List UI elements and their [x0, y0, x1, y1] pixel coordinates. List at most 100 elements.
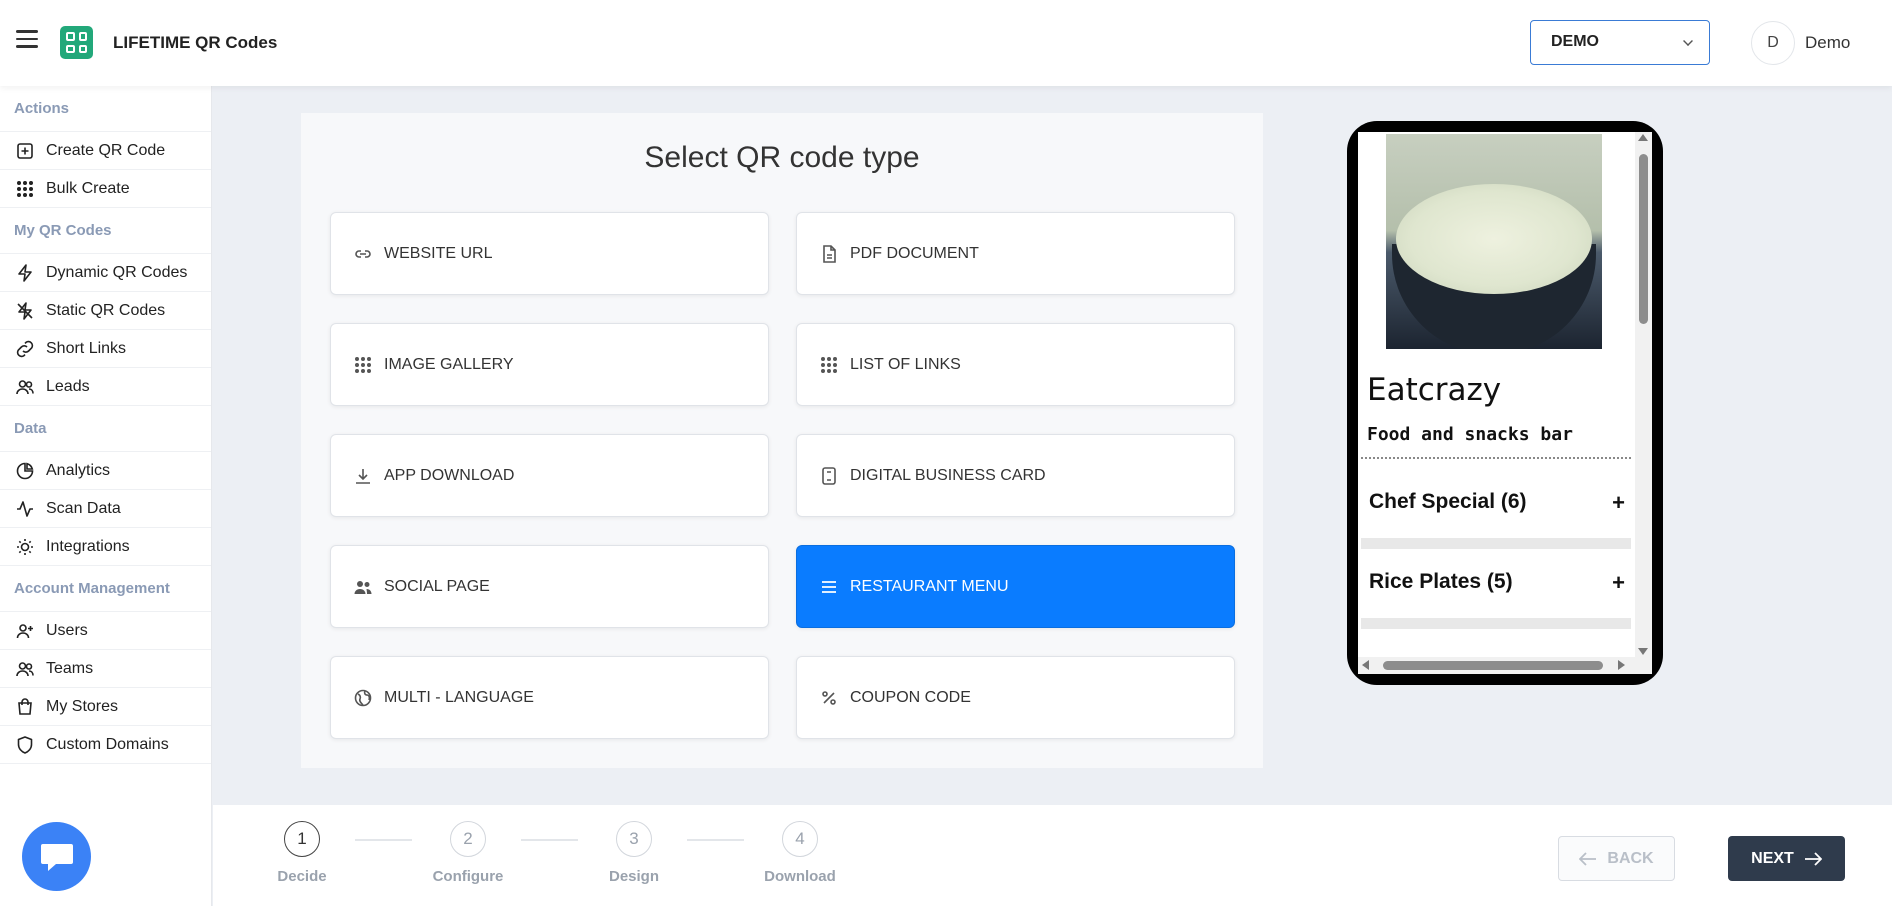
sidebar-item-label: Bulk Create	[46, 179, 130, 197]
sidebar-item-scan-data[interactable]: Scan Data	[0, 490, 211, 528]
scroll-down-icon[interactable]	[1638, 648, 1648, 655]
step-decide[interactable]: 1 Decide	[257, 821, 347, 885]
sidebar-item-custom-domains[interactable]: Custom Domains	[0, 726, 211, 764]
qr-logo-icon	[60, 26, 93, 59]
sidebar-item-create-qr-code[interactable]: Create QR Code	[0, 132, 211, 170]
chevron-down-icon	[1683, 36, 1693, 46]
menu-section-chef-special[interactable]: Chef Special (6) +	[1369, 490, 1631, 516]
chat-button[interactable]	[22, 822, 91, 891]
sidebar-item-label: Create QR Code	[46, 141, 166, 159]
type-social-page[interactable]: SOCIAL PAGE	[330, 545, 769, 628]
top-header: LIFETIME QR Codes DEMO D Demo	[0, 0, 1892, 86]
restaurant-name: Eatcrazy	[1367, 372, 1502, 408]
avatar[interactable]: D	[1751, 21, 1795, 65]
sidebar-item-label: Leads	[46, 377, 90, 395]
sidebar-section-data: Data	[0, 406, 211, 452]
scrollbar-thumb[interactable]	[1639, 154, 1648, 324]
type-label: IMAGE GALLERY	[384, 355, 514, 373]
sidebar-item-label: Analytics	[46, 461, 111, 479]
type-label: APP DOWNLOAD	[384, 466, 515, 484]
expand-icon[interactable]: +	[1612, 570, 1625, 596]
phone-screen: Eatcrazy Food and snacks bar Chef Specia…	[1358, 132, 1652, 674]
type-label: PDF DOCUMENT	[850, 244, 979, 262]
sidebar-item-label: Integrations	[46, 537, 130, 555]
menu-icon[interactable]	[16, 30, 38, 50]
plus-square-icon	[17, 142, 33, 159]
food-image	[1386, 134, 1602, 349]
type-digital-business-card[interactable]: DIGITAL BUSINESS CARD	[796, 434, 1235, 517]
percent-icon	[822, 690, 836, 705]
shopping-bag-icon	[18, 697, 32, 715]
sidebar-item-short-links[interactable]: Short Links	[0, 330, 211, 368]
type-pdf-document[interactable]: PDF DOCUMENT	[796, 212, 1235, 295]
shield-icon	[17, 735, 33, 754]
step-label: Configure	[432, 868, 504, 885]
step-configure[interactable]: 2 Configure	[423, 821, 513, 885]
sidebar-item-static-qr-codes[interactable]: Static QR Codes	[0, 292, 211, 330]
type-list-of-links[interactable]: LIST OF LINKS	[796, 323, 1235, 406]
step-label: Download	[764, 868, 836, 885]
sidebar-item-label: Teams	[46, 659, 94, 677]
step-download[interactable]: 4 Download	[755, 821, 845, 885]
section-separator	[1361, 618, 1631, 629]
type-multi-language[interactable]: MULTI - LANGUAGE	[330, 656, 769, 739]
sidebar-item-dynamic-qr-codes[interactable]: Dynamic QR Codes	[0, 254, 211, 292]
type-label: COUPON CODE	[850, 688, 971, 706]
workspace-select[interactable]: DEMO	[1530, 20, 1710, 65]
restaurant-subtitle: Food and snacks bar	[1367, 424, 1573, 445]
sidebar-item-label: Static QR Codes	[46, 301, 166, 319]
globe-icon	[354, 689, 372, 706]
download-icon	[356, 468, 370, 484]
grid-icon	[355, 356, 371, 373]
sidebar-item-users[interactable]: Users	[0, 612, 211, 650]
sidebar-item-bulk-create[interactable]: Bulk Create	[0, 170, 211, 208]
scroll-up-icon[interactable]	[1638, 134, 1648, 141]
back-button[interactable]: BACK	[1558, 836, 1675, 881]
step-label: Design	[608, 868, 659, 885]
bulb-icon	[17, 538, 33, 555]
sidebar-section-actions: Actions	[0, 86, 211, 132]
back-label: BACK	[1607, 849, 1654, 867]
type-coupon-code[interactable]: COUPON CODE	[796, 656, 1235, 739]
type-app-download[interactable]: APP DOWNLOAD	[330, 434, 769, 517]
step-number: 2	[450, 821, 486, 857]
scroll-right-icon[interactable]	[1618, 660, 1625, 670]
wizard-footer: 1 Decide 2 Configure 3 Design 4 Download…	[213, 805, 1892, 906]
type-label: MULTI - LANGUAGE	[384, 688, 534, 706]
sidebar-item-leads[interactable]: Leads	[0, 368, 211, 406]
step-design[interactable]: 3 Design	[589, 821, 679, 885]
page-title: Select QR code type	[644, 141, 920, 174]
menu-section-rice-plates[interactable]: Rice Plates (5) +	[1369, 570, 1631, 596]
user-name[interactable]: Demo	[1805, 33, 1850, 53]
type-website-url[interactable]: WEBSITE URL	[330, 212, 769, 295]
sidebar-item-label: Short Links	[46, 339, 127, 357]
step-label: Decide	[277, 868, 327, 885]
next-button[interactable]: NEXT	[1728, 836, 1845, 881]
type-image-gallery[interactable]: IMAGE GALLERY	[330, 323, 769, 406]
next-label: NEXT	[1751, 849, 1794, 867]
scrollbar-thumb[interactable]	[1383, 661, 1603, 670]
users-icon	[16, 379, 34, 394]
expand-icon[interactable]: +	[1612, 490, 1625, 516]
sidebar-item-integrations[interactable]: Integrations	[0, 528, 211, 566]
list-icon	[822, 580, 836, 593]
sidebar-item-analytics[interactable]: Analytics	[0, 452, 211, 490]
activity-icon	[17, 500, 33, 517]
sidebar-item-teams[interactable]: Teams	[0, 650, 211, 688]
type-label: SOCIAL PAGE	[384, 577, 490, 595]
file-icon	[823, 244, 836, 263]
type-restaurant-menu[interactable]: RESTAURANT MENU	[796, 545, 1235, 628]
arrow-right-icon	[1804, 851, 1822, 866]
bolt-off-icon	[17, 301, 33, 320]
section-separator	[1361, 538, 1631, 549]
type-label: LIST OF LINKS	[850, 355, 961, 373]
menu-section-label: Chef Special (6)	[1369, 490, 1527, 513]
team-icon	[16, 661, 34, 676]
vertical-scrollbar[interactable]	[1635, 132, 1652, 657]
sidebar-item-my-stores[interactable]: My Stores	[0, 688, 211, 726]
scroll-left-icon[interactable]	[1362, 660, 1369, 670]
step-connector	[355, 839, 412, 841]
qr-type-panel: Select QR code type WEBSITE URL PDF DOCU…	[301, 113, 1263, 768]
type-label: WEBSITE URL	[384, 244, 493, 262]
horizontal-scrollbar[interactable]	[1358, 657, 1652, 674]
